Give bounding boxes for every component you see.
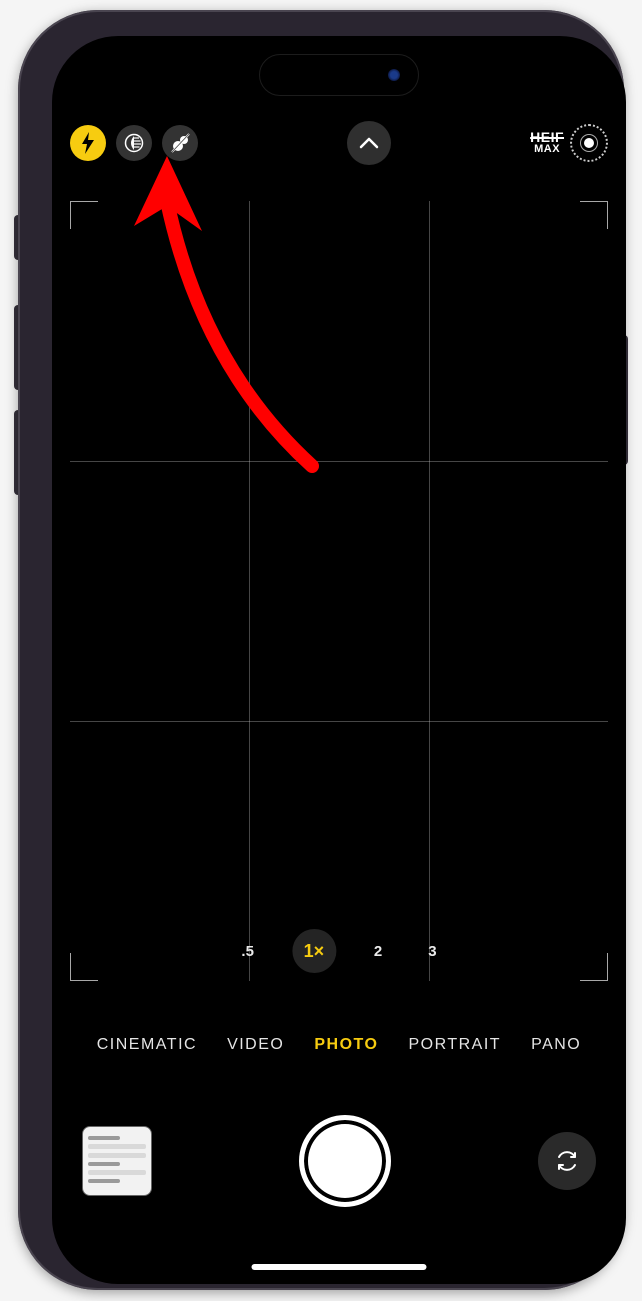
frame-corner-bl — [70, 953, 98, 981]
front-camera-icon — [388, 69, 400, 81]
mode-video[interactable]: VIDEO — [227, 1036, 284, 1054]
grid-line — [70, 461, 608, 462]
camera-flip-icon — [553, 1147, 581, 1175]
dynamic-island — [259, 54, 419, 96]
frame-corner-br — [580, 953, 608, 981]
live-photo-off-icon — [169, 132, 191, 154]
format-line2: MAX — [530, 144, 564, 154]
format-line1: HEIF — [530, 131, 564, 144]
shutter-button[interactable] — [299, 1115, 391, 1207]
frame-corner-tr — [580, 201, 608, 229]
last-photo-thumbnail[interactable] — [82, 1126, 152, 1196]
format-badge[interactable]: HEIF MAX — [530, 131, 564, 155]
frame-corner-tl — [70, 201, 98, 229]
photographic-styles-icon — [584, 138, 594, 148]
night-mode-icon — [124, 133, 144, 153]
viewfinder[interactable]: .5 1× 2 3 — [70, 201, 608, 981]
zoom-0-5x[interactable]: .5 — [233, 937, 262, 966]
camera-flip-button[interactable] — [538, 1132, 596, 1190]
camera-mode-strip: CINEMATIC VIDEO PHOTO PORTRAIT PANO — [52, 1036, 626, 1054]
zoom-2x[interactable]: 2 — [366, 937, 390, 966]
grid-line — [70, 721, 608, 722]
mode-portrait[interactable]: PORTRAIT — [408, 1036, 501, 1054]
mode-cinematic[interactable]: CINEMATIC — [97, 1036, 197, 1054]
photographic-styles-button[interactable] — [570, 124, 608, 162]
live-photo-button[interactable] — [162, 125, 198, 161]
zoom-3x[interactable]: 3 — [420, 937, 444, 966]
iphone-frame: HEIF MAX .5 1× 2 3 CI — [18, 10, 624, 1290]
camera-app-screen: HEIF MAX .5 1× 2 3 CI — [52, 36, 626, 1284]
flash-icon — [80, 132, 96, 154]
flash-button[interactable] — [70, 125, 106, 161]
zoom-1x[interactable]: 1× — [292, 929, 336, 973]
mode-pano[interactable]: PANO — [531, 1036, 581, 1054]
grid-line — [249, 201, 250, 981]
camera-bottom-controls — [52, 1096, 626, 1226]
chevron-up-icon — [359, 137, 379, 149]
zoom-controls: .5 1× 2 3 — [233, 929, 444, 973]
grid-line — [429, 201, 430, 981]
night-mode-button[interactable] — [116, 125, 152, 161]
camera-top-toolbar: HEIF MAX — [52, 118, 626, 168]
home-indicator[interactable] — [252, 1264, 427, 1270]
mode-photo[interactable]: PHOTO — [314, 1036, 378, 1054]
camera-controls-expand-button[interactable] — [347, 121, 391, 165]
